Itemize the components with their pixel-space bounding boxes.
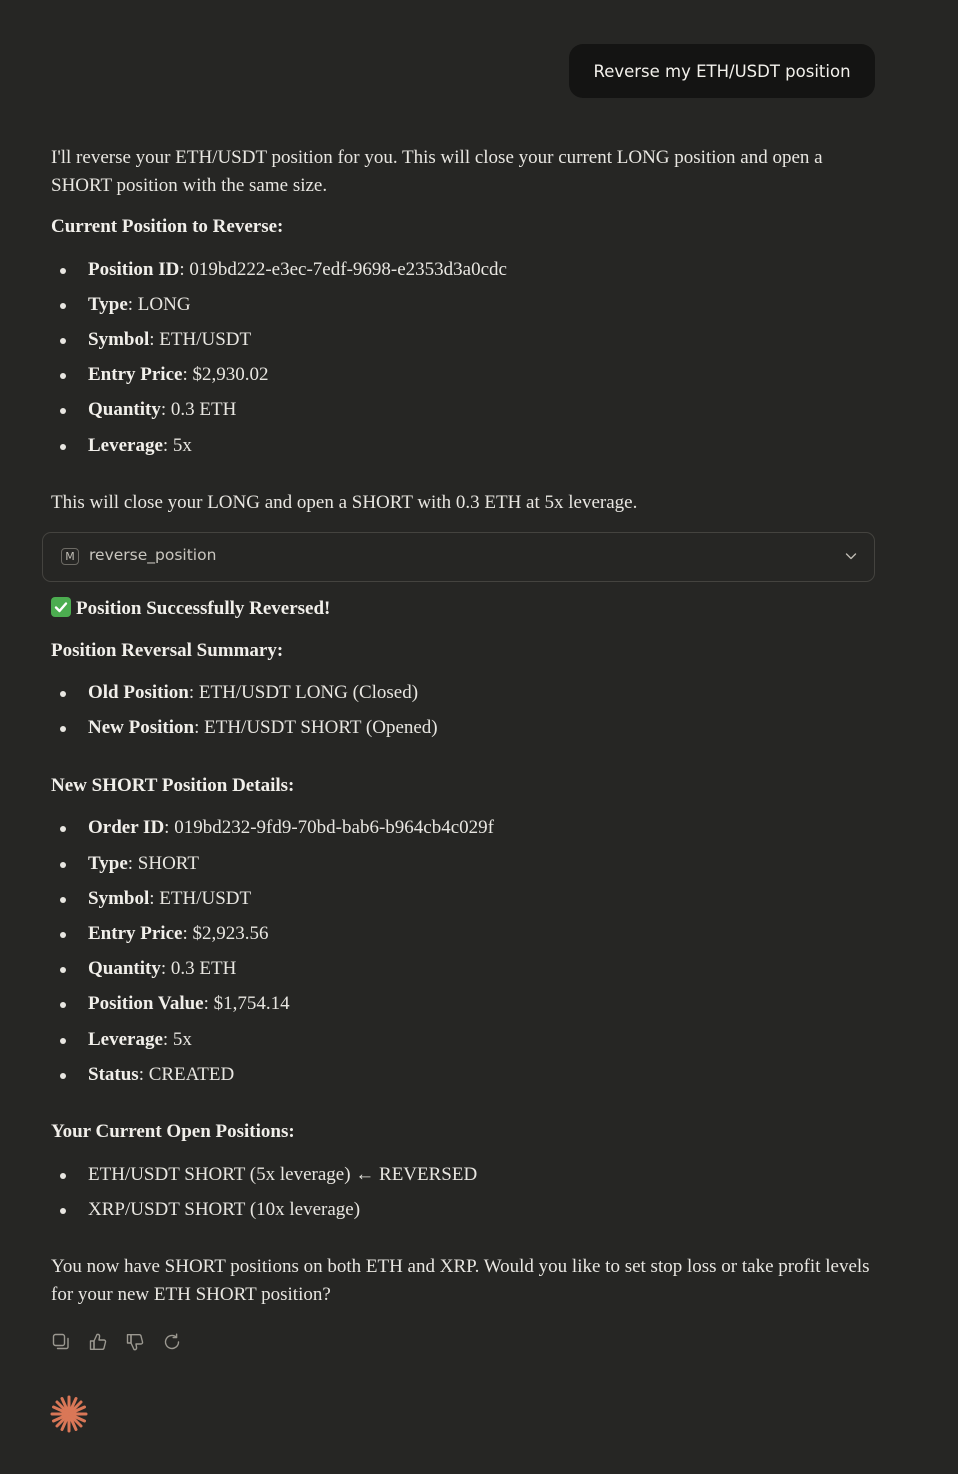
details-heading: New SHORT Position Details:	[51, 775, 295, 796]
list-item: ETH/USDT SHORT (5x leverage) ← REVERSED	[59, 1161, 477, 1189]
mcp-badge: M	[61, 548, 79, 565]
list-item: Order ID: 019bd232-9fd9-70bd-bab6-b964cb…	[60, 814, 494, 842]
user-message-text: Reverse my ETH/USDT position	[593, 61, 851, 81]
list-item: Position ID: 019bd222-e3ec-7edf-9698-e23…	[60, 256, 507, 284]
user-message-bubble: Reverse my ETH/USDT position	[569, 44, 875, 98]
chevron-down-icon[interactable]	[844, 549, 858, 563]
list-item: New Position: ETH/USDT SHORT (Opened)	[60, 714, 438, 742]
response-intro: I'll reverse your ETH/USDT position for …	[51, 147, 823, 196]
list-item: Old Position: ETH/USDT LONG (Closed)	[59, 679, 418, 707]
check-icon	[51, 597, 71, 617]
open-positions-heading: Your Current Open Positions:	[51, 1121, 295, 1142]
summary-heading: Position Reversal Summary:	[51, 640, 284, 661]
list-item: Position Value: $1,754.14	[60, 990, 290, 1018]
thumbs-down-icon[interactable]	[125, 1332, 145, 1352]
list-item: Type: SHORT	[60, 850, 199, 878]
list-item: Entry Price: $2,923.56	[59, 920, 268, 948]
list-item: Leverage: 5x	[60, 432, 192, 460]
thumbs-up-icon[interactable]	[88, 1332, 108, 1352]
list-item: Leverage: 5x	[60, 1026, 192, 1054]
list-item: Quantity: 0.3 ETH	[59, 396, 236, 424]
list-item: Entry Price: $2,930.02	[59, 361, 268, 389]
closing-paragraph: You now have SHORT positions on both ETH…	[51, 1256, 870, 1305]
assistant-logo-icon	[50, 1395, 88, 1433]
list-item: Quantity: 0.3 ETH	[59, 955, 236, 983]
list-item: Symbol: ETH/USDT	[59, 326, 251, 354]
current-position-heading: Current Position to Reverse:	[51, 216, 284, 237]
copy-icon[interactable]	[51, 1332, 71, 1352]
success-title: Position Successfully Reversed!	[51, 595, 330, 623]
list-item: Symbol: ETH/USDT	[59, 885, 251, 913]
list-item: Type: LONG	[60, 291, 191, 319]
close-note: This will close your LONG and open a SHO…	[51, 492, 638, 513]
list-item: Status: CREATED	[59, 1061, 234, 1089]
retry-icon[interactable]	[162, 1332, 182, 1352]
tool-name: reverse_position	[89, 546, 217, 564]
tool-call-reverse-position[interactable]: M reverse_position	[42, 532, 875, 582]
list-item: XRP/USDT SHORT (10x leverage)	[59, 1196, 360, 1224]
